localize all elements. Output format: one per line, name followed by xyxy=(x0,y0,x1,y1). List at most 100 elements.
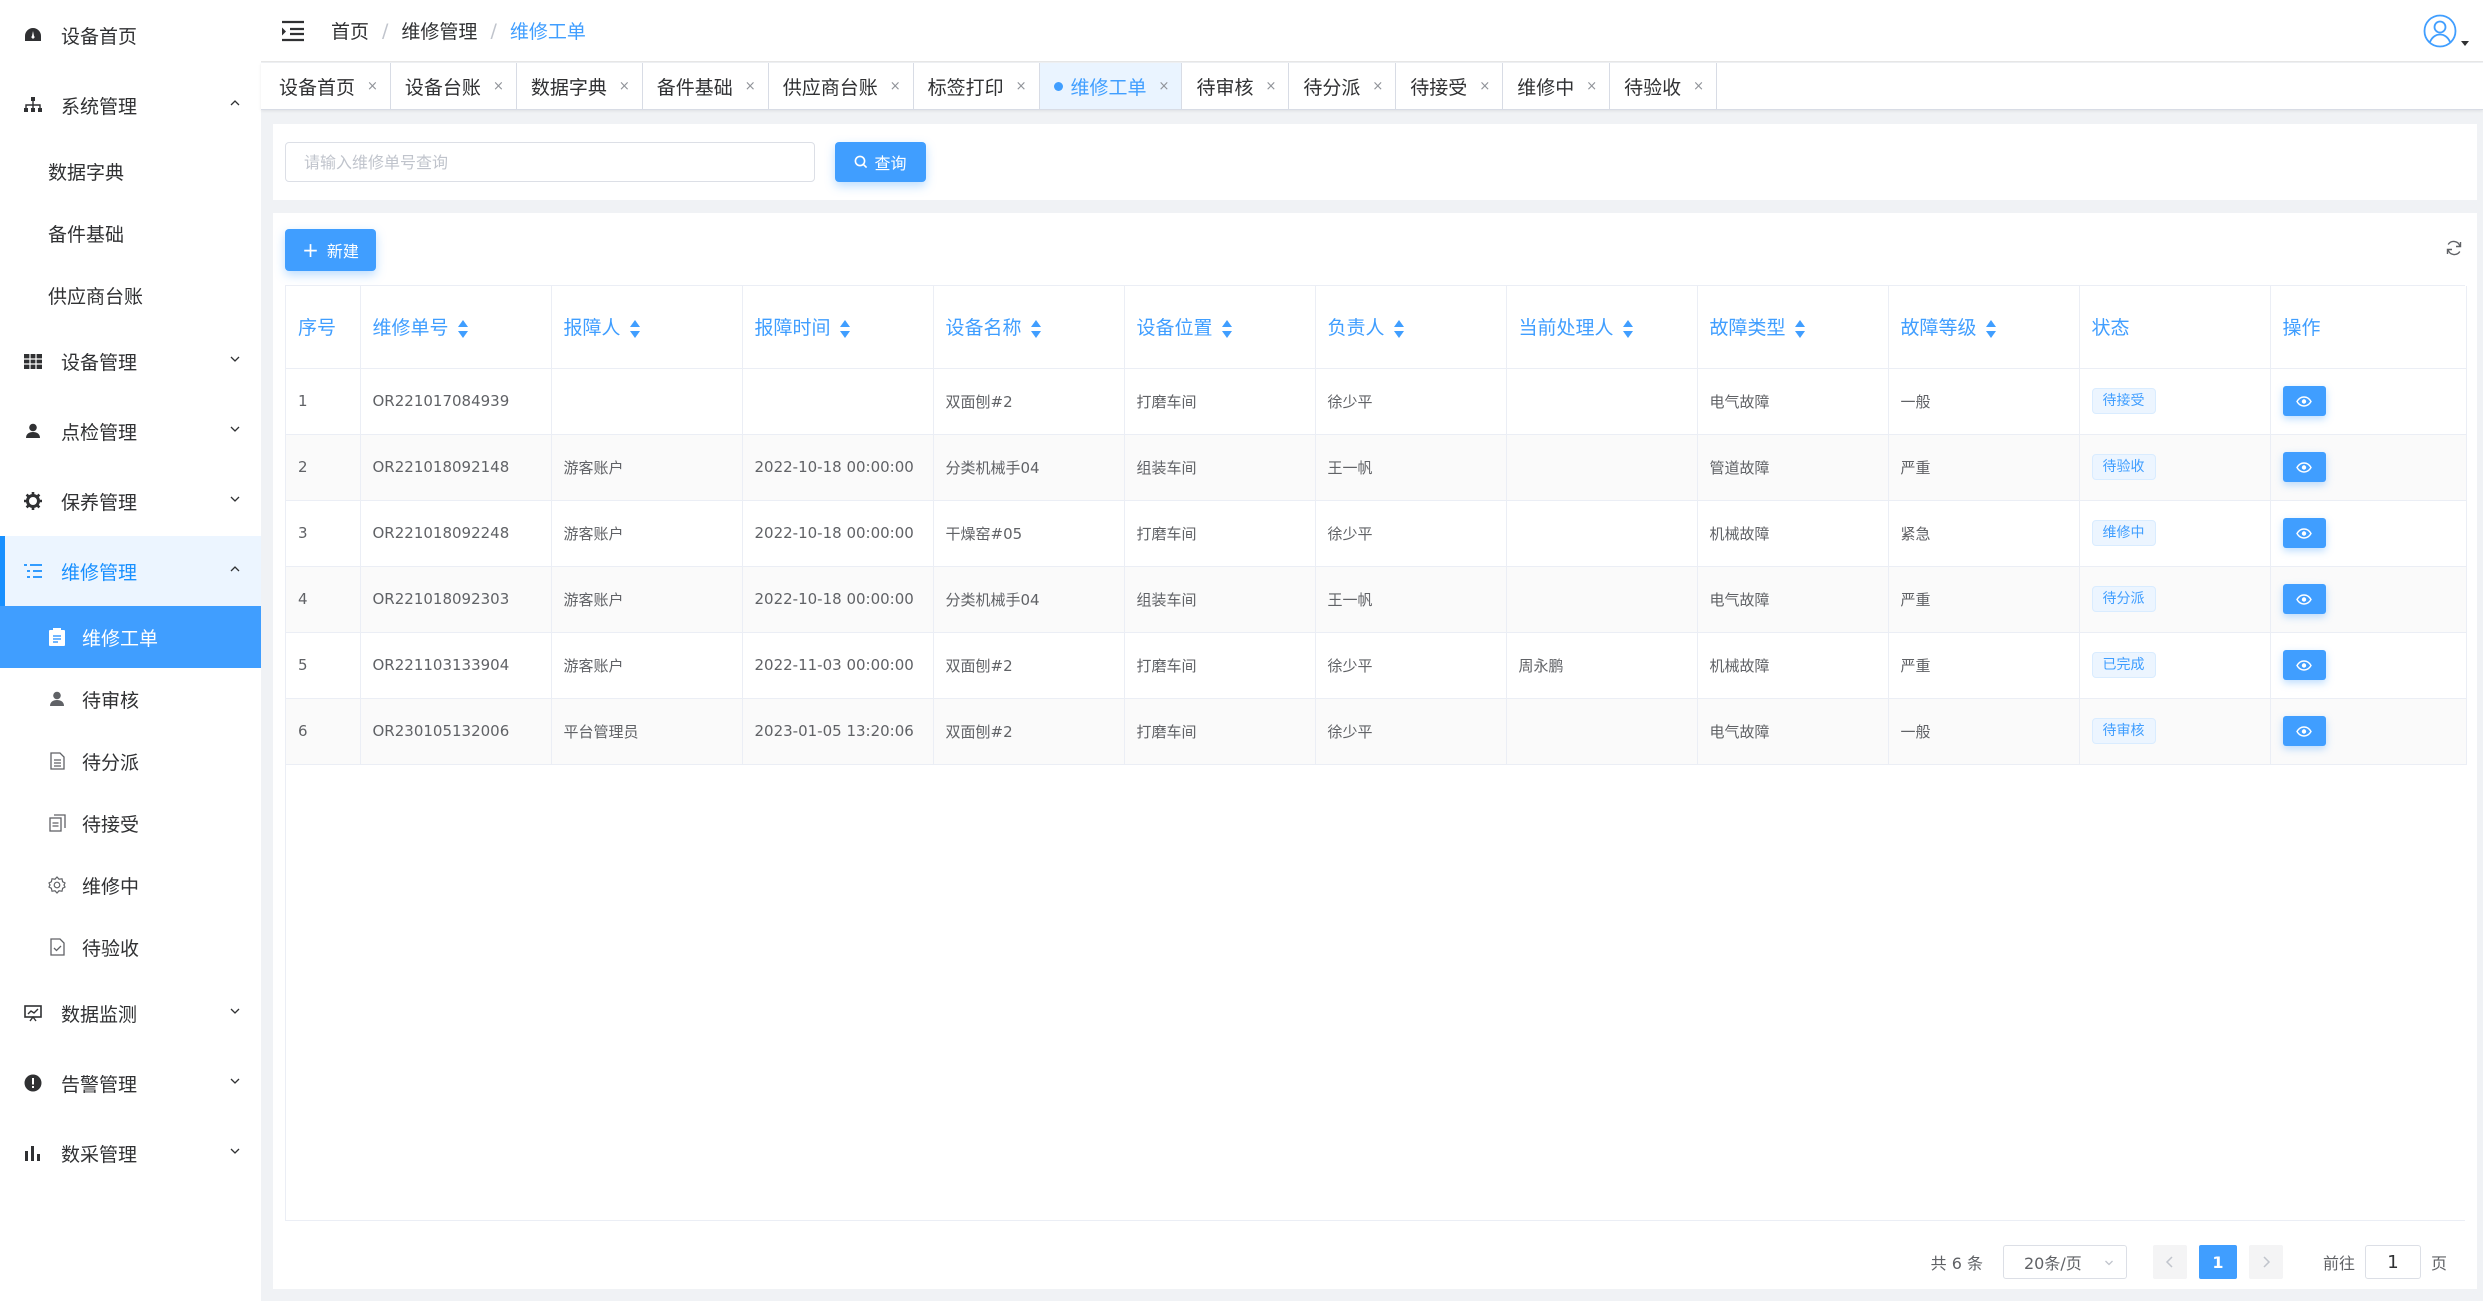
tab-repair-orders[interactable]: 维修工单 × xyxy=(1039,63,1183,109)
status-badge: 待审核 xyxy=(2091,718,2156,744)
sidebar-item-supplier-ledger[interactable]: 供应商台账 xyxy=(0,264,261,326)
column-header-order-no[interactable]: 维修单号 xyxy=(360,286,552,369)
sidebar-item-device-home[interactable]: 设备首页 xyxy=(0,0,261,70)
view-button[interactable] xyxy=(2282,452,2326,482)
chevron-down-icon xyxy=(230,1078,240,1084)
breadcrumb-repair-management[interactable]: 维修管理 xyxy=(401,17,477,44)
tab-spare-parts[interactable]: 备件基础 × xyxy=(642,63,769,109)
tab-pending-review[interactable]: 待审核 × xyxy=(1182,63,1290,109)
sitemap-icon xyxy=(22,94,44,116)
sort-icon[interactable] xyxy=(629,319,641,339)
sidebar-item-data-acquisition[interactable]: 数采管理 xyxy=(0,1118,261,1188)
close-icon[interactable]: × xyxy=(1586,79,1597,94)
sidebar-item-data-monitoring[interactable]: 数据监测 xyxy=(0,978,261,1048)
sidebar-item-maintenance[interactable]: 保养管理 xyxy=(0,466,261,536)
repair-order-table: 序号 维修单号 报障人 报障时间 设备名称 设备位置 负责人 当前处理人 故障类… xyxy=(285,285,2467,1221)
view-button[interactable] xyxy=(2282,716,2326,746)
search-input[interactable] xyxy=(285,142,815,182)
page-number-button[interactable]: 1 xyxy=(2198,1245,2237,1279)
jump-page-input[interactable] xyxy=(2364,1245,2421,1279)
sort-icon[interactable] xyxy=(1221,319,1233,339)
sidebar-item-data-dictionary[interactable]: 数据字典 xyxy=(0,140,261,202)
view-button[interactable] xyxy=(2282,584,2326,614)
search-button[interactable]: 查询 xyxy=(835,142,926,182)
cell-device-name: 分类机械手04 xyxy=(933,434,1125,501)
column-header-fault-type[interactable]: 故障类型 xyxy=(1697,286,1889,369)
add-button[interactable]: + 新建 xyxy=(285,229,376,271)
view-button[interactable] xyxy=(2282,650,2326,680)
close-icon[interactable]: × xyxy=(890,79,901,94)
sidebar-item-inspection[interactable]: 点检管理 xyxy=(0,396,261,466)
tab-in-repair[interactable]: 维修中 × xyxy=(1503,63,1611,109)
close-icon[interactable]: × xyxy=(1372,79,1383,94)
breadcrumb-current: 维修工单 xyxy=(509,21,586,43)
hamburger-icon[interactable] xyxy=(281,20,305,42)
sidebar-item-pending-review[interactable]: 待审核 xyxy=(0,668,261,730)
close-icon[interactable]: × xyxy=(1016,79,1027,94)
sort-icon[interactable] xyxy=(1030,319,1042,339)
avatar-icon[interactable] xyxy=(2423,14,2457,48)
view-button[interactable] xyxy=(2282,518,2326,548)
close-icon[interactable]: × xyxy=(1693,79,1704,94)
sidebar-item-pending-assign[interactable]: 待分派 xyxy=(0,730,261,792)
sidebar-item-in-repair[interactable]: 维修中 xyxy=(0,854,261,916)
tab-data-dictionary[interactable]: 数据字典 × xyxy=(516,63,643,109)
cell-fault-type: 电气故障 xyxy=(1697,368,1889,435)
cell-handler xyxy=(1506,566,1698,633)
cell-order-no: OR221018092303 xyxy=(360,566,552,633)
tab-device-home[interactable]: 设备首页 × xyxy=(265,63,391,109)
breadcrumb-home[interactable]: 首页 xyxy=(331,17,369,44)
table-row: 1 OR221017084939 双面刨#2 打磨车间 徐少平 电气故障 一般 待接受 xyxy=(286,368,2467,435)
cell-actions xyxy=(2270,566,2467,633)
search-button-label: 查询 xyxy=(874,154,907,173)
caret-down-icon[interactable] xyxy=(2461,41,2469,46)
close-icon[interactable]: × xyxy=(619,79,630,94)
sort-icon[interactable] xyxy=(1985,319,1997,339)
close-icon[interactable]: × xyxy=(1479,79,1490,94)
close-icon[interactable]: × xyxy=(367,79,378,94)
tab-supplier-ledger[interactable]: 供应商台账 × xyxy=(768,63,914,109)
sidebar-item-repair-orders[interactable]: 维修工单 xyxy=(0,606,261,668)
cell-location: 打磨车间 xyxy=(1124,500,1316,567)
sort-icon[interactable] xyxy=(457,319,469,339)
view-button[interactable] xyxy=(2282,386,2326,416)
add-button-label: 新建 xyxy=(326,242,359,261)
sidebar-item-pending-acceptance[interactable]: 待验收 xyxy=(0,916,261,978)
tab-pending-acceptance[interactable]: 待验收 × xyxy=(1610,63,1718,109)
column-header-reporter[interactable]: 报障人 xyxy=(551,286,743,369)
column-header-fault-level[interactable]: 故障等级 xyxy=(1888,286,2080,369)
sort-icon[interactable] xyxy=(1393,319,1405,339)
cell-location: 组装车间 xyxy=(1124,566,1316,633)
sort-icon[interactable] xyxy=(1794,319,1806,339)
refresh-icon[interactable] xyxy=(2445,239,2463,257)
sidebar-item-device-management[interactable]: 设备管理 xyxy=(0,326,261,396)
column-header-report-time[interactable]: 报障时间 xyxy=(742,286,934,369)
sort-icon[interactable] xyxy=(839,319,851,339)
close-icon[interactable]: × xyxy=(493,79,504,94)
close-icon[interactable]: × xyxy=(745,79,756,94)
column-header-device-name[interactable]: 设备名称 xyxy=(933,286,1125,369)
user-menu[interactable] xyxy=(2423,14,2469,48)
tab-pending-accept[interactable]: 待接受 × xyxy=(1396,63,1504,109)
sidebar-item-alarm[interactable]: 告警管理 xyxy=(0,1048,261,1118)
sort-icon[interactable] xyxy=(1622,319,1634,339)
sidebar-item-system[interactable]: 系统管理 xyxy=(0,70,261,140)
page-size-select[interactable]: 20条/页 xyxy=(2002,1245,2127,1279)
cell-owner: 徐少平 xyxy=(1315,368,1507,435)
tab-pending-assign[interactable]: 待分派 × xyxy=(1289,63,1397,109)
column-header-location[interactable]: 设备位置 xyxy=(1124,286,1316,369)
cell-actions xyxy=(2270,698,2467,765)
sidebar-item-repair[interactable]: 维修管理 xyxy=(0,536,261,606)
column-header-handler[interactable]: 当前处理人 xyxy=(1506,286,1698,369)
tab-label: 待分派 xyxy=(1303,76,1361,99)
column-header-owner[interactable]: 负责人 xyxy=(1315,286,1507,369)
tab-label-print[interactable]: 标签打印 × xyxy=(913,63,1040,109)
close-icon[interactable]: × xyxy=(1159,79,1170,94)
next-page-button[interactable] xyxy=(2248,1245,2283,1279)
cell-reporter: 游客账户 xyxy=(551,566,743,633)
sidebar-item-spare-parts[interactable]: 备件基础 xyxy=(0,202,261,264)
close-icon[interactable]: × xyxy=(1265,79,1276,94)
sidebar-item-pending-accept[interactable]: 待接受 xyxy=(0,792,261,854)
tab-device-ledger[interactable]: 设备台账 × xyxy=(390,63,517,109)
prev-page-button[interactable] xyxy=(2152,1245,2187,1279)
